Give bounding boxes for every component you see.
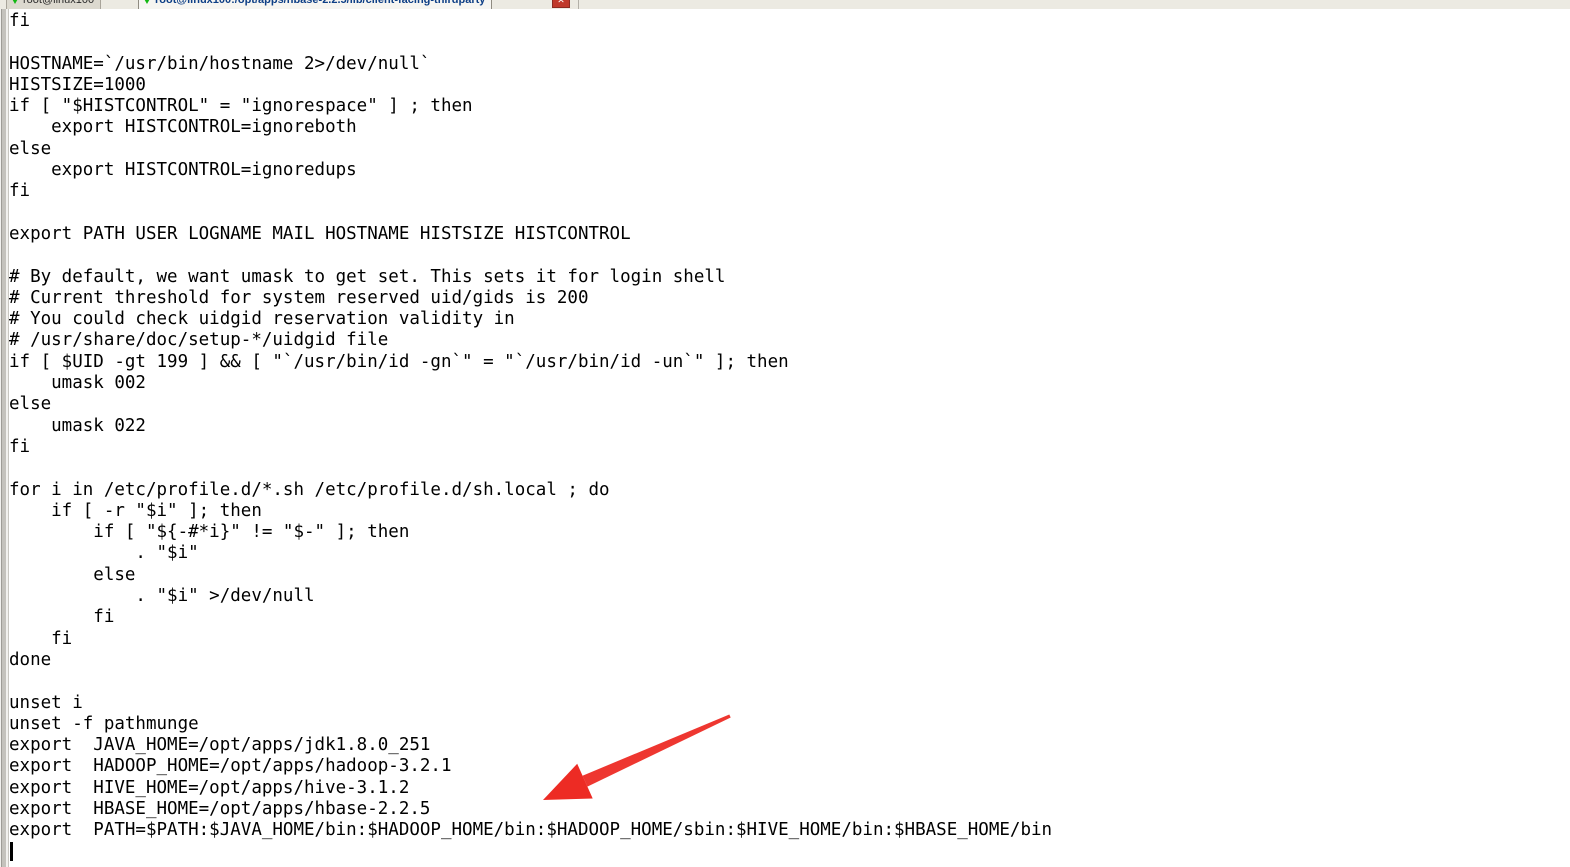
- terminal-line: export PATH USER LOGNAME MAIL HOSTNAME H…: [9, 223, 631, 244]
- terminal-line: umask 022: [9, 415, 146, 436]
- terminal-line: unset -f pathmunge: [9, 713, 199, 734]
- terminal-line: export HBASE_HOME=/opt/apps/hbase-2.2.5: [9, 798, 431, 819]
- tab-label: root@linux100: [23, 0, 95, 6]
- terminal-output: fi HOSTNAME=`/usr/bin/hostname 2>/dev/nu…: [9, 11, 1564, 863]
- green-triangle-icon: [11, 0, 19, 4]
- terminal-line: export HISTCONTROL=ignoreboth: [9, 117, 357, 138]
- terminal-pane[interactable]: fi HOSTNAME=`/usr/bin/hostname 2>/dev/nu…: [0, 9, 1570, 867]
- terminal-line: if [ "$HISTCONTROL" = "ignorespace" ] ; …: [9, 96, 473, 117]
- terminal-line: export HADOOP_HOME=/opt/apps/hadoop-3.2.…: [9, 756, 452, 777]
- terminal-line: . "$i": [9, 543, 199, 564]
- terminal-line: fi: [9, 436, 31, 457]
- terminal-line: export PATH=$PATH:$JAVA_HOME/bin:$HADOOP…: [9, 820, 1053, 841]
- terminal-line: export HISTCONTROL=ignoredups: [9, 160, 357, 181]
- text-cursor: [10, 842, 13, 861]
- green-triangle-icon: [143, 0, 151, 4]
- tab-root-linux100-hbase[interactable]: root@linux100:/opt/apps/hbase-2.2.5/lib/…: [138, 0, 493, 9]
- terminal-line: # /usr/share/doc/setup-*/uidgid file: [9, 330, 389, 351]
- terminal-line: export JAVA_HOME=/opt/apps/jdk1.8.0_251: [9, 735, 431, 756]
- terminal-line: for i in /etc/profile.d/*.sh /etc/profil…: [9, 479, 610, 500]
- terminal-line: umask 002: [9, 373, 146, 394]
- terminal-line: if [ $UID -gt 199 ] && [ "`/usr/bin/id -…: [9, 351, 789, 372]
- terminal-line: fi: [9, 607, 115, 628]
- close-icon[interactable]: ✕: [552, 0, 570, 8]
- divider: [578, 0, 579, 9]
- terminal-line: if [ "${-#*i}" != "$-" ]; then: [9, 522, 410, 543]
- terminal-line: # You could check uidgid reservation val…: [9, 309, 515, 330]
- terminal-line: # Current threshold for system reserved …: [9, 287, 589, 308]
- scrollbar-thumb[interactable]: [1, 9, 6, 867]
- terminal-line: export HIVE_HOME=/opt/apps/hive-3.1.2: [9, 777, 410, 798]
- terminal-line: else: [9, 394, 52, 415]
- terminal-window: root@linux100 root@linux100:/opt/apps/hb…: [0, 0, 1570, 867]
- terminal-line: unset i: [9, 692, 83, 713]
- tab-label: root@linux100:/opt/apps/hbase-2.2.5/lib/…: [155, 0, 486, 6]
- tab-root-linux100[interactable]: root@linux100: [6, 0, 102, 9]
- terminal-line: # By default, we want umask to get set. …: [9, 266, 726, 287]
- terminal-line: fi: [9, 628, 73, 649]
- terminal-line: else: [9, 564, 136, 585]
- terminal-line: fi: [9, 181, 31, 202]
- terminal-line: fi: [9, 11, 31, 31]
- terminal-line: . "$i" >/dev/null: [9, 586, 315, 607]
- terminal-line: HOSTNAME=`/usr/bin/hostname 2>/dev/null`: [9, 53, 431, 74]
- terminal-line: done: [9, 649, 52, 670]
- terminal-line: else: [9, 138, 52, 159]
- terminal-line: if [ -r "$i" ]; then: [9, 500, 262, 521]
- terminal-line: HISTSIZE=1000: [9, 74, 146, 95]
- vertical-scrollbar[interactable]: [0, 9, 9, 867]
